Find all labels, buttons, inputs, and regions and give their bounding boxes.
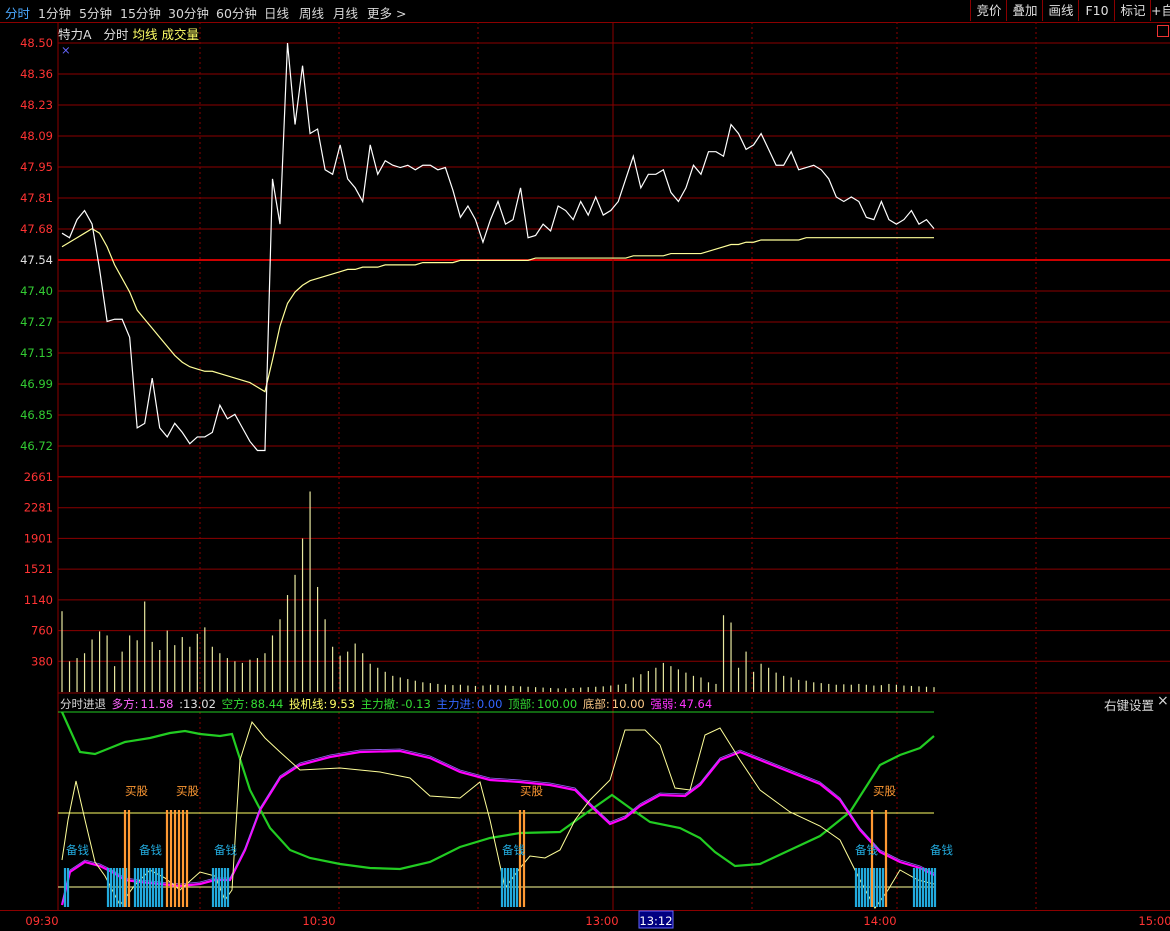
- extra-value: :13.02: [179, 697, 216, 711]
- maximize-icon[interactable]: [1157, 25, 1169, 37]
- cash-signal-label: 备钱: [214, 843, 237, 857]
- buy-signal-label: 买股: [520, 784, 543, 798]
- price-tick-label: 47.95: [20, 160, 53, 174]
- stock-name: 特力A: [58, 27, 92, 42]
- kongfang-label: 空方:: [221, 697, 249, 711]
- duofang-line: [60, 749, 935, 906]
- time-tick-label: 10:30: [302, 914, 335, 928]
- volume-tick-label: 760: [31, 624, 53, 638]
- price-tick-label: 47.54: [20, 253, 53, 267]
- qiangruo-label: 强弱:: [650, 697, 678, 711]
- price-tick-label: 46.99: [20, 377, 53, 391]
- time-tick-label: 13:00: [585, 914, 618, 928]
- time-tick-label: 14:00: [863, 914, 896, 928]
- touji-line: [61, 720, 935, 909]
- crosshair-marker-icon: ×: [61, 43, 71, 57]
- price-tick-label: 48.50: [20, 36, 53, 50]
- volume-tick-label: 1140: [24, 593, 53, 607]
- volume-tick-label: 1901: [24, 531, 53, 545]
- price-tick-label: 47.68: [20, 222, 53, 236]
- volume-tick-label: 2281: [24, 501, 53, 515]
- cash-signal-label: 备钱: [502, 843, 525, 857]
- strength-line: [61, 748, 935, 904]
- zhulisan-label: 主力撤:: [360, 697, 400, 711]
- zhulijin-label: 主力进:: [436, 697, 475, 711]
- zhulisan-value: -0.13: [401, 697, 431, 711]
- duofang-value: 11.58: [140, 697, 174, 711]
- volume-tick-label: 1521: [24, 562, 53, 576]
- price-tick-label: 47.81: [20, 191, 53, 205]
- buy-signal-label: 买股: [873, 784, 896, 798]
- price-tick-label: 48.36: [20, 67, 53, 81]
- indicator-name: 分时进退: [60, 697, 106, 711]
- avg-line-label: 均线: [132, 27, 158, 42]
- zhulijin-value: 0.00: [476, 697, 503, 711]
- buy-signal-label: 买股: [176, 784, 199, 798]
- price-tick-label: 47.13: [20, 346, 53, 360]
- price-tick-label: 48.23: [20, 98, 53, 112]
- cash-signal-label: 备钱: [66, 843, 89, 857]
- qiangruo-value: 47.64: [679, 697, 713, 711]
- time-tick-label: 09:30: [25, 914, 58, 928]
- dibu-value: 10.00: [611, 697, 645, 711]
- mode-label: 分时: [103, 27, 129, 42]
- cash-signal-label: 备钱: [855, 843, 878, 857]
- price-tick-label: 47.40: [20, 284, 53, 298]
- duofang-label: 多方:: [111, 697, 139, 711]
- dingbu-value: 100.00: [537, 697, 578, 711]
- indicator-close-icon[interactable]: ×: [1157, 693, 1169, 709]
- average-price-line: [61, 227, 934, 393]
- volume-tick-label: 2661: [24, 470, 53, 484]
- kongfang-value: 88.44: [250, 697, 284, 711]
- right-click-settings[interactable]: 右键设置: [1104, 695, 1154, 714]
- price-tick-label: 46.72: [20, 439, 53, 453]
- price-line: [61, 42, 935, 452]
- dibu-label: 底部:: [582, 697, 610, 711]
- cash-signal-label: 备钱: [139, 843, 162, 857]
- price-tick-label: 47.27: [20, 315, 53, 329]
- price-tick-label: 48.09: [20, 129, 53, 143]
- volume-label: 成交量: [161, 27, 199, 42]
- chart-header: 特力A 分时 均线 成交量: [58, 24, 199, 43]
- dingbu-label: 顶部:: [508, 697, 535, 711]
- cursor-time-label: 13:12: [639, 914, 672, 928]
- buy-signal-label: 买股: [125, 784, 148, 798]
- intraday-chart[interactable]: 48.50 48.36 48.23 48.09 47.95 47.81 47.68 47.54…: [0, 0, 1170, 931]
- indicator-header: 分时进退 多方: 11.58 :13.02 空方: 88.44 投机线: 9.53 主…: [60, 696, 714, 712]
- volume-tick-label: 380: [31, 654, 53, 668]
- cash-signal-label: 备钱: [930, 843, 953, 857]
- time-tick-label: 15:00: [1138, 914, 1170, 928]
- touji-label: 投机线:: [289, 697, 328, 711]
- price-tick-label: 46.85: [20, 408, 53, 422]
- touji-value: 9.53: [329, 697, 356, 711]
